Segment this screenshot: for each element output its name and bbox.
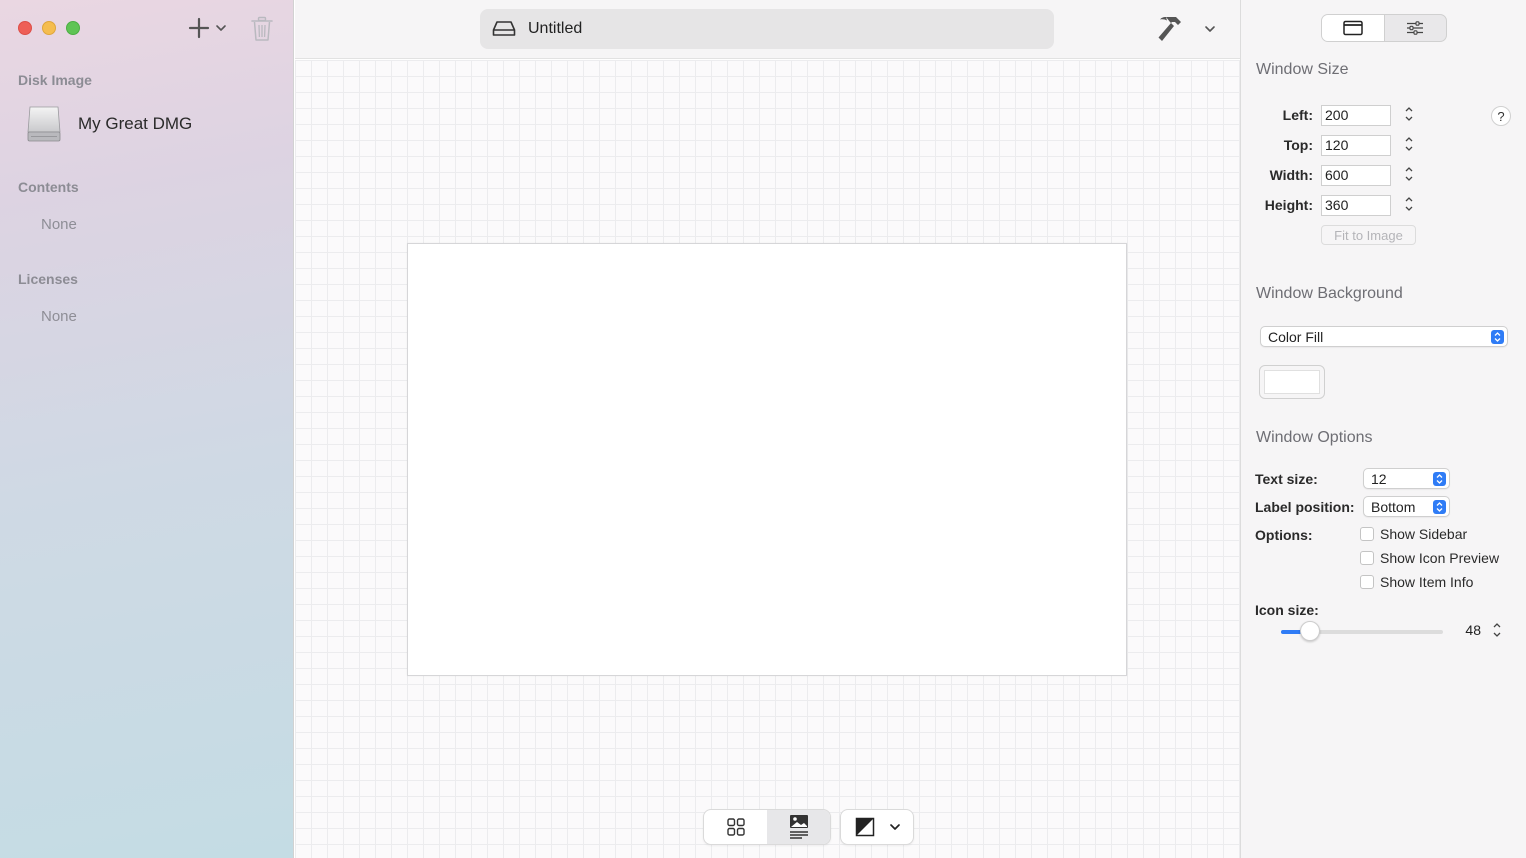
view-mode-segmented-control[interactable] xyxy=(703,809,831,845)
build-options-menu[interactable] xyxy=(1202,20,1218,38)
icon-size-value: 48 xyxy=(1465,622,1481,638)
background-contrast-icon xyxy=(855,817,875,837)
text-size-label: Text size: xyxy=(1255,471,1318,487)
show-sidebar-option[interactable]: Show Sidebar xyxy=(1360,526,1467,542)
dmg-window-preview[interactable] xyxy=(407,243,1127,676)
section-licenses: Licenses xyxy=(18,271,78,287)
background-image-view-button[interactable] xyxy=(767,810,830,844)
window-size-heading: Window Size xyxy=(1256,61,1349,78)
hard-disk-icon xyxy=(27,106,61,142)
plus-icon xyxy=(188,17,226,39)
main-toolbar: Untitled xyxy=(295,0,1240,59)
show-item-info-checkbox[interactable] xyxy=(1360,575,1374,589)
inspector-panel: Window Size ? Left: 200 Top: 120 Width: … xyxy=(1240,0,1526,858)
stepper-icon xyxy=(1405,197,1413,211)
help-button[interactable]: ? xyxy=(1491,106,1511,126)
width-input[interactable]: 600 xyxy=(1321,165,1391,186)
width-label: Width: xyxy=(1269,167,1313,183)
width-stepper[interactable] xyxy=(1403,164,1415,184)
left-input[interactable]: 200 xyxy=(1321,105,1391,126)
inspector-tab-bar[interactable] xyxy=(1321,14,1447,42)
window-options-heading: Window Options xyxy=(1256,429,1373,446)
show-icon-preview-label: Show Icon Preview xyxy=(1380,550,1500,566)
background-style-menu[interactable] xyxy=(840,809,914,845)
text-size-select[interactable]: 12 xyxy=(1363,468,1450,489)
show-sidebar-label: Show Sidebar xyxy=(1380,526,1468,542)
chevron-down-icon xyxy=(890,824,900,830)
label-position-select[interactable]: Bottom xyxy=(1363,496,1450,517)
stepper-icon xyxy=(1405,107,1413,121)
height-input[interactable]: 360 xyxy=(1321,195,1391,216)
show-item-info-option[interactable]: Show Item Info xyxy=(1360,574,1473,590)
document-title: Untitled xyxy=(528,20,583,37)
trash-icon xyxy=(251,16,273,41)
sliders-icon xyxy=(1407,21,1424,35)
stepper-icon xyxy=(1493,623,1501,637)
document-title-field[interactable]: Untitled xyxy=(480,9,1054,49)
add-item-button[interactable] xyxy=(186,14,230,42)
close-window-button[interactable] xyxy=(18,21,32,35)
background-mode-value: Color Fill xyxy=(1268,328,1324,345)
left-label: Left: xyxy=(1282,107,1313,123)
popup-arrows-icon xyxy=(1433,472,1446,486)
image-with-text-icon xyxy=(789,815,808,839)
height-label: Height: xyxy=(1264,197,1313,213)
icon-size-stepper[interactable] xyxy=(1491,620,1503,640)
show-sidebar-checkbox[interactable] xyxy=(1360,527,1374,541)
background-color-well[interactable] xyxy=(1259,365,1325,399)
icon-size-slider-knob[interactable] xyxy=(1300,621,1321,641)
show-item-info-label: Show Item Info xyxy=(1380,574,1474,590)
sidebar: Disk Image My Great DMG Contents None Li… xyxy=(0,0,294,858)
tab-settings[interactable] xyxy=(1385,15,1447,41)
section-contents: Contents xyxy=(18,179,79,195)
disk-image-name: My Great DMG xyxy=(78,114,193,133)
icon-size-label: Icon size: xyxy=(1255,602,1319,618)
label-position-value: Bottom xyxy=(1371,498,1416,515)
chevron-down-icon xyxy=(1205,26,1215,32)
window-background-heading: Window Background xyxy=(1256,285,1403,302)
tab-window[interactable] xyxy=(1322,15,1385,41)
stepper-icon xyxy=(1405,137,1413,151)
fit-to-image-button[interactable]: Fit to Image xyxy=(1321,225,1416,245)
minimize-window-button[interactable] xyxy=(42,21,56,35)
delete-item-button[interactable] xyxy=(248,14,276,44)
maximize-window-button[interactable] xyxy=(66,21,80,35)
background-mode-select[interactable]: Color Fill xyxy=(1260,326,1508,347)
build-button[interactable] xyxy=(1153,12,1187,46)
top-label: Top: xyxy=(1283,137,1313,153)
design-canvas[interactable] xyxy=(295,60,1240,858)
contents-empty-label: None xyxy=(41,216,77,233)
disk-image-item[interactable]: My Great DMG xyxy=(26,104,192,144)
section-disk-image: Disk Image xyxy=(18,72,92,88)
stepper-icon xyxy=(1405,167,1413,181)
text-size-value: 12 xyxy=(1371,470,1387,487)
disk-drive-icon xyxy=(492,21,516,36)
icon-grid-view-button[interactable] xyxy=(704,810,767,844)
popup-arrows-icon xyxy=(1491,330,1504,344)
top-input[interactable]: 120 xyxy=(1321,135,1391,156)
licenses-empty-label: None xyxy=(41,308,77,325)
height-stepper[interactable] xyxy=(1403,194,1415,214)
top-stepper[interactable] xyxy=(1403,134,1415,154)
window-icon xyxy=(1343,20,1363,36)
show-icon-preview-checkbox[interactable] xyxy=(1360,551,1374,565)
popup-arrows-icon xyxy=(1433,500,1446,514)
options-label: Options: xyxy=(1255,527,1313,543)
left-stepper[interactable] xyxy=(1403,104,1415,124)
show-icon-preview-option[interactable]: Show Icon Preview xyxy=(1360,550,1499,566)
grid-icon xyxy=(726,818,745,836)
hammer-icon xyxy=(1158,17,1181,41)
label-position-label: Label position: xyxy=(1255,499,1355,515)
color-swatch xyxy=(1264,370,1320,394)
